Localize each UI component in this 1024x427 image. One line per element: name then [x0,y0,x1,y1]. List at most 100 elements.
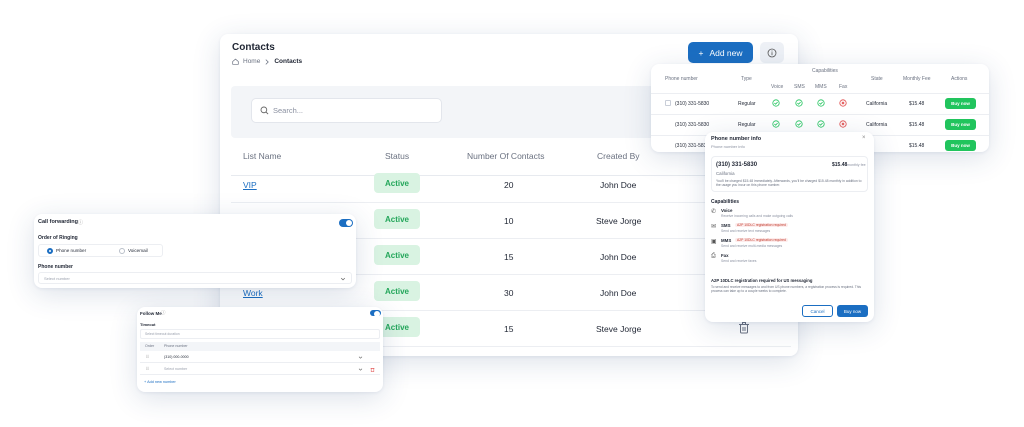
created-by: John Doe [600,252,637,262]
call-forwarding-panel: Call forwarding ⓘ Order of Ringing Phone… [34,214,356,288]
add-number-link[interactable]: + Add new number [144,380,176,384]
monthly-fee: $15.48 [909,122,925,128]
follow-table-header: Order Phone number [140,342,380,351]
list-name-link[interactable]: Work [243,288,263,298]
status-badge: Active [374,245,420,265]
call-forwarding-toggle[interactable] [339,219,353,227]
col-mms: MMS [815,84,827,90]
col-voice: Voice [771,84,784,90]
drag-icon[interactable]: ⠿ [146,354,149,359]
status-badge: Active [374,209,420,229]
a2p-title: A2P 10DLC registration required for US m… [711,278,813,283]
info-notice: You'll be charged $15.48 immediately. Af… [716,179,862,187]
breadcrumb-home[interactable]: Home [243,58,260,65]
buy-now-button[interactable]: Buy now [945,119,976,130]
phone-number-select[interactable]: Select number [38,272,352,284]
capability-desc: Send and receive text messages [721,229,771,233]
a2p-desc: To send and receive messages to and from… [711,285,862,293]
page-title: Contacts [232,42,275,53]
col-phone-number: Phone number [164,344,188,348]
buy-now-button[interactable]: Buy now [837,305,868,317]
info-icon[interactable]: ⓘ [161,310,166,316]
x-circle-icon [839,99,847,107]
radio-voicemail[interactable] [119,248,125,254]
contact-count: 15 [504,324,514,334]
table-row[interactable]: ⠿ Select number [140,364,380,375]
capability-name: Voice [721,208,733,213]
phone-number-info-modal: Phone number info Phone number info × (3… [705,132,874,322]
col-type: Type [741,76,752,82]
status-badge: Active [374,281,420,301]
search-input[interactable]: Search... [251,98,442,123]
list-name-link[interactable]: VIP [243,180,257,190]
timeout-label: Timeout [140,322,156,327]
monthly-fee: $15.48 [909,101,925,107]
call-forwarding-title: Call forwarding [38,219,79,225]
state: California [866,101,888,107]
follow-me-toggle[interactable] [370,310,381,317]
select-placeholder: Select number [44,276,70,281]
check-icon [795,99,803,107]
contact-count: 10 [504,216,514,226]
row-checkbox[interactable] [665,100,671,106]
search-placeholder: Search... [273,106,304,115]
col-monthly-fee: Monthly Fee [903,76,931,82]
info-button[interactable] [760,42,784,63]
chevron-down-icon [340,277,346,281]
message-icon: ✉ [711,224,717,230]
check-icon [817,99,825,107]
radio-phone-number-label: Phone number [56,248,87,253]
follow-me-title: Follow Me [140,311,162,316]
x-circle-icon [839,120,847,128]
registration-tag: A2P 10DLC registration required [735,238,788,242]
col-actions: Actions [951,76,968,82]
order-of-ringing-label: Order of Ringing [38,235,78,241]
col-created-by: Created By [597,151,640,161]
plus-icon: + [698,47,704,58]
check-icon [772,99,780,107]
radio-phone-number[interactable] [47,248,53,254]
home-icon[interactable] [232,58,239,65]
trash-icon[interactable] [738,321,750,334]
col-state: State [871,76,883,82]
close-icon[interactable]: × [862,135,866,141]
drag-icon[interactable]: ⠿ [146,366,149,371]
buy-now-button[interactable]: Buy now [945,140,976,151]
add-new-button[interactable]: + Add new [688,42,753,63]
trash-icon[interactable] [370,367,375,372]
capability-desc: Send and receive faxes [721,259,757,263]
table-row[interactable]: ⠿ (310) 000-0000 [140,352,380,363]
created-by: Steve Jorge [596,216,642,226]
chevron-down-icon[interactable] [358,367,363,372]
table-row[interactable]: (310) 331-5830 Regular California $15.48… [651,93,989,114]
created-by: John Doe [600,180,637,190]
chevron-right-icon [265,58,270,65]
col-sms: SMS [794,84,805,90]
check-icon [817,120,825,128]
col-status: Status [385,151,410,161]
capability-name: MMS [721,238,732,243]
col-order: Order [145,344,155,348]
chevron-down-icon[interactable] [358,355,363,360]
capability-desc: Receive incoming calls and make outgoing… [721,214,793,218]
info-state: California [716,171,735,176]
capabilities-title: Capabilities [711,199,740,205]
timeout-select[interactable]: Select timeout duration [140,329,380,339]
info-icon[interactable]: ⓘ [78,219,83,226]
check-icon [772,120,780,128]
state: California [866,122,888,128]
created-by: John Doe [600,288,637,298]
modal-title: Phone number info [711,136,762,142]
capability-name: Fax [721,253,729,258]
follow-number-placeholder: Select number [164,367,188,371]
info-price-unit: monthly fee [847,163,866,167]
modal-subtitle: Phone number info [711,144,745,149]
radio-voicemail-label: Voicemail [128,248,148,253]
cancel-button[interactable]: Cancel [802,305,833,317]
phone-icon: ✆ [711,209,717,215]
contact-count: 15 [504,252,514,262]
buy-now-button[interactable]: Buy now [945,98,976,109]
capability-list: ✆ Voice Receive incoming calls and make … [711,208,868,288]
search-icon [260,106,269,115]
phone-number-label: Phone number [38,264,74,270]
